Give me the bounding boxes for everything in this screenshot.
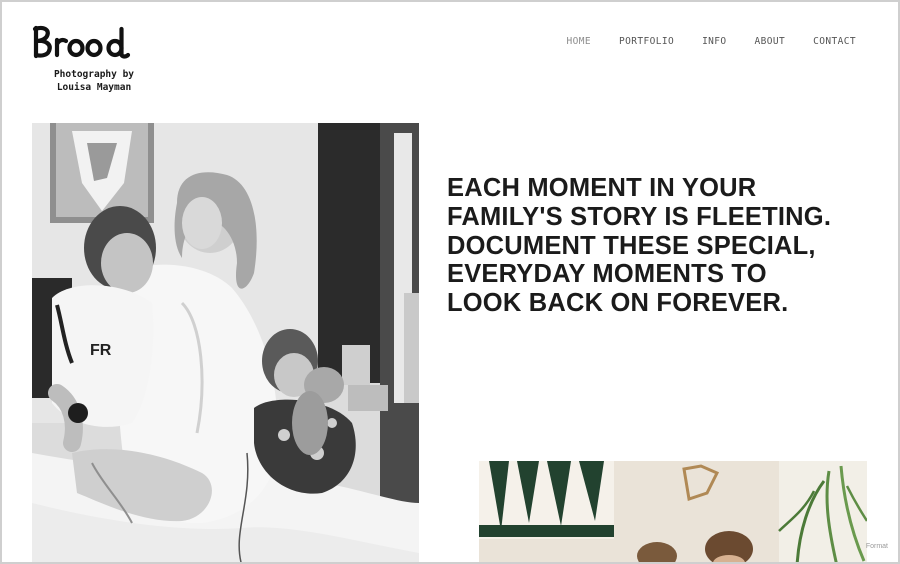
brand-tagline-line2: Louisa Mayman [56, 82, 132, 93]
nav-contact[interactable]: CONTACT [813, 36, 856, 47]
nav-home[interactable]: HOME [567, 36, 591, 47]
nav-about[interactable]: ABOUT [755, 36, 786, 47]
brand-tagline: Photography by Louisa Mayman [30, 68, 158, 94]
family-photo-illustration: FR [32, 123, 419, 562]
main-nav: HOME PORTFOLIO INFO ABOUT CONTACT [567, 36, 857, 47]
hero-family-photo: FR [32, 123, 419, 562]
brand-logo[interactable]: Photography by Louisa Mayman [30, 24, 160, 93]
nav-portfolio[interactable]: PORTFOLIO [619, 36, 674, 47]
brood-wordmark-icon [32, 25, 131, 59]
kid-shirt-text: FR [90, 342, 112, 359]
hero-headline: EACH MOMENT IN YOUR FAMILY'S STORY IS FL… [447, 174, 832, 318]
platform-badge[interactable]: Format [866, 543, 888, 550]
secondary-photo-illustration [479, 461, 867, 562]
secondary-family-photo [479, 461, 867, 562]
nav-info[interactable]: INFO [702, 36, 726, 47]
brand-tagline-line1: Photography by [53, 69, 135, 80]
page-frame: Photography by Louisa Mayman HOME PORTFO… [0, 0, 900, 564]
